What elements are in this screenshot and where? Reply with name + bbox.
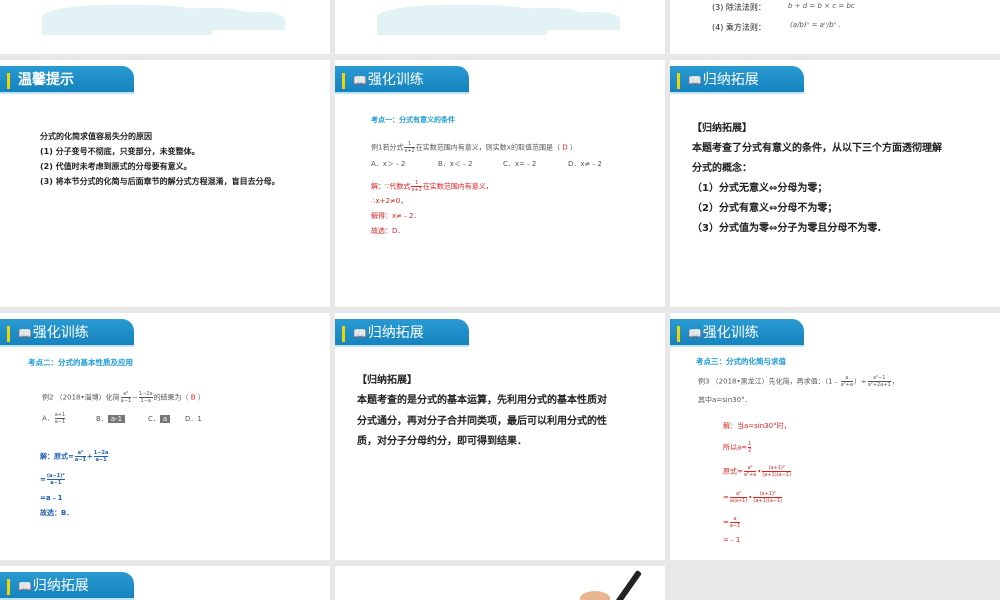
people-silhouette-image [560,12,620,30]
header-title: 归纳拓展 [367,325,424,341]
book-icon: 📖 [688,74,702,87]
hand-pen-image [614,569,642,600]
solution-line: 解：∵代数式 1 x+2 在实数范围内有意义， [371,180,493,193]
slide-thumbnail-4[interactable]: 温馨提示 分式的化简求值容易失分的原因 (1) 分子变号不彻底，只变部分，未变整… [0,60,330,307]
topic-heading: 考点三：分式的化简与求值 [696,357,786,366]
power-formula: (a/b)ⁿ = aⁿ/bⁿ . [790,21,841,29]
solution-step: 故选：D． [371,227,405,235]
slide-thumbnail-5[interactable]: 📖强化训练 考点一：分式有意义的条件 例1若分式 1 x+2 在实数范围内有意义，则实… [335,60,665,307]
book-icon: 📖 [18,327,32,340]
header-title: 归纳拓展 [32,578,89,594]
summary-line: 本题考查的是分式的基本运算，先利用分式的基本性质对 [357,395,607,406]
solution-step: = a² a(a+1) • (a+1)² (a+1)(a−1) [723,491,783,504]
question-condition: 其中a=sin30°． [698,396,752,404]
summary-line: 质，对分子分母约分，即可得到结果． [357,436,527,447]
topic-heading: 考点二：分式的基本性质及应用 [28,358,133,367]
solution-step: 解：当a=sin30°时， [723,422,791,430]
summary-title: 【归纳拓展】 [357,375,417,386]
book-icon: 📖 [688,327,702,340]
summary-line: 分式通分，再对分子合并同类项，最后可以利用分式的性 [357,416,607,427]
header-title: 温馨提示 [18,72,74,88]
header-title: 强化训练 [32,325,89,341]
solution-step: =a﹣1 [40,494,63,502]
summary-line: 分式的概念： [692,163,752,174]
option-a: A．x＞﹣2 [371,160,406,168]
summary-line: （1）分式无意义⇔分母为零； [692,183,828,194]
slide-thumbnail-8[interactable]: 📖归纳拓展 【归纳拓展】 本题考查的是分式的基本运算，先利用分式的基本性质对 分… [335,313,665,560]
solution-step: 故选：B． [40,509,74,517]
summary-line: （2）分式有意义⇔分母不为零； [692,203,838,214]
people-silhouette-image [225,12,285,30]
solution-step: = a a−1 [723,516,741,529]
slide-thumbnail-3[interactable]: (3) 除法法则： b ÷ d = b × c = bc (4) 乘方法则： (… [670,0,1000,54]
division-formula: b ÷ d = b × c = bc [788,2,855,10]
solution-step: = (a−1)² a−1 [40,473,65,486]
option-d: D．1 [185,415,202,423]
solution-step: 所以a= 1 2 [723,441,752,454]
option-b: B．x＜﹣2 [438,160,473,168]
book-icon: 📖 [353,327,367,340]
header-title: 归纳拓展 [702,72,759,88]
question: 例2 （2018•淄博）化简 a² a−1−1−2a 1−a 的结果为（ B ） [42,391,205,404]
slide-header-tab: 📖归纳拓展 [670,66,804,94]
slide-thumbnail-1[interactable] [0,0,330,54]
option-c: C．x=﹣2 [503,160,537,168]
slide-thumbnail-6[interactable]: 📖归纳拓展 【归纳拓展】 本题考查了分式有意义的条件，从以下三个方面透彻理解 分… [670,60,1000,307]
option-a: A． a+1 a−1 [42,412,66,425]
power-rule: (4) 乘方法则： [712,23,766,32]
solution-step: ∴x+2≠0， [371,197,408,205]
slide-header-tab: 📖归纳拓展 [335,319,469,347]
header-title: 强化训练 [367,72,424,88]
solution-step: 原式= a² a²+a • (a+1)² (a+1)(a−1) [723,465,792,478]
slide-header-tab: 温馨提示 [0,66,134,94]
tip-item: (1) 分子变号不彻底，只变部分，未变整体。 [40,147,200,156]
slide-thumbnail-11[interactable] [335,566,665,600]
slide-thumbnail-2[interactable] [335,0,665,54]
slide-thumbnail-10[interactable]: 📖归纳拓展 [0,566,330,600]
tip-item: (2) 代值时未考虑到原式的分母要有意义。 [40,162,192,171]
slide-header-tab: 📖强化训练 [0,319,134,347]
summary-line: 本题考查了分式有意义的条件，从以下三个方面透彻理解 [692,143,942,154]
tip-item: (3) 将本节分式的化简与后面章节的解分式方程混淆，盲目去分母。 [40,177,280,186]
slide-thumbnail-7[interactable]: 📖强化训练 考点二：分式的基本性质及应用 例2 （2018•淄博）化简 a² a−1… [0,313,330,560]
tips-title: 分式的化简求值容易失分的原因 [40,132,152,141]
slide-header-tab: 📖强化训练 [335,66,469,94]
solution-step: =﹣1 [723,536,741,544]
hand-image [580,591,610,600]
slide-header-tab: 📖强化训练 [670,319,804,347]
book-icon: 📖 [353,74,367,87]
option-b: B． a-1 [96,414,126,424]
solution-line: 解：原式= a² a−1 +1−2a a−1 [40,450,109,463]
slide-thumbnail-9[interactable]: 📖强化训练 考点三：分式的化简与求值 例3 （2018•黑龙江）先化简，再求值：… [670,313,1000,560]
division-rule: (3) 除法法则： [712,3,766,12]
option-c: C． a [148,414,171,424]
topic-heading: 考点一：分式有意义的条件 [371,116,455,124]
header-title: 强化训练 [702,325,759,341]
question: 例1若分式 1 x+2 在实数范围内有意义，则实数x的取值范围是（ D ） [371,141,577,154]
book-icon: 📖 [18,580,32,593]
solution-step: 解得：x≠﹣2． [371,212,421,220]
summary-title: 【归纳拓展】 [692,123,752,134]
option-d: D．x≠﹣2 [568,160,602,168]
slide-header-tab: 📖归纳拓展 [0,572,134,600]
question: 例3 （2018•黑龙江）先化简，再求值：（1﹣ a a²+a ）÷ a²−1 a²+2a… [698,375,899,388]
summary-line: （3）分式值为零⇔分子为零且分母不为零. [692,223,882,234]
